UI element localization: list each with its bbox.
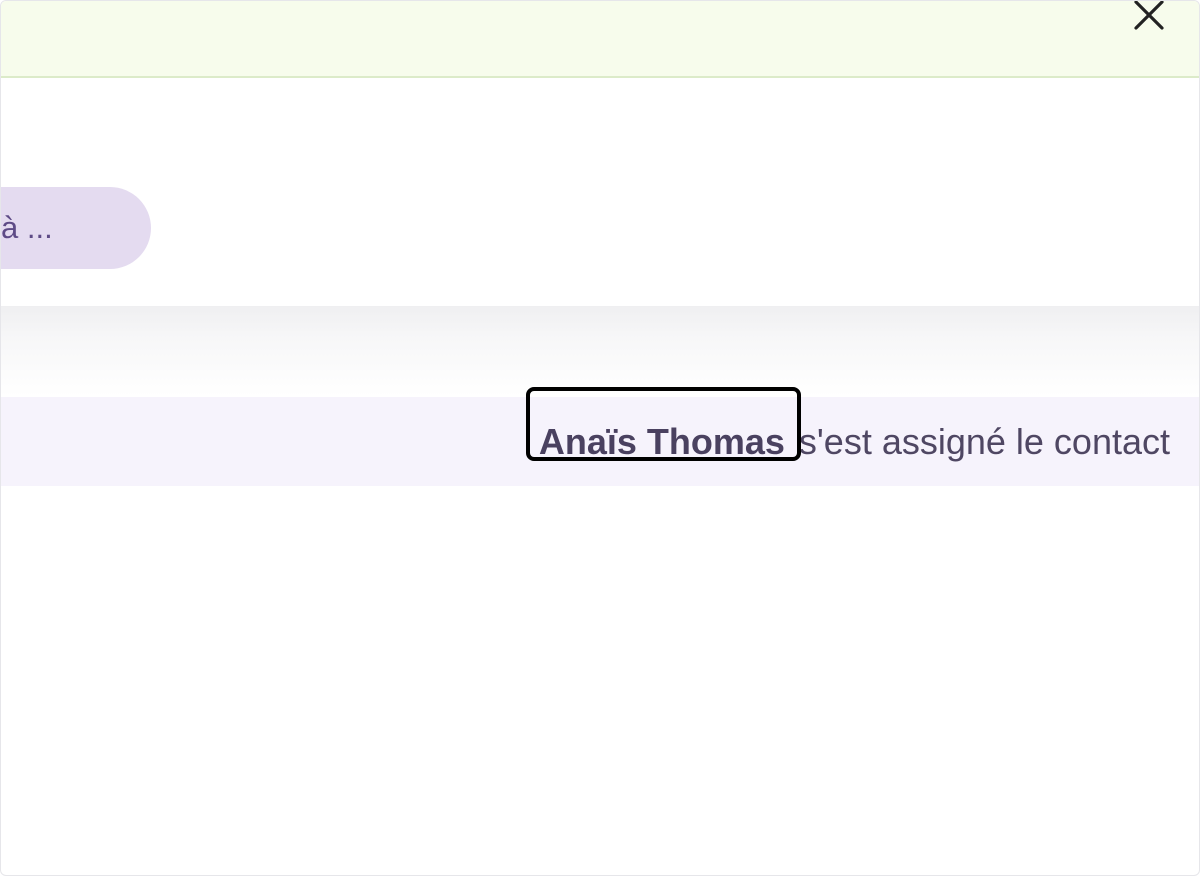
top-panel: à ...: [1, 78, 1199, 306]
panel-shadow: [1, 306, 1199, 397]
app-frame: à ... Anaïs Thomas s'est assigné le cont…: [0, 0, 1200, 876]
activity-text: Anaïs Thomas s'est assigné le contact: [525, 386, 1170, 486]
close-icon: [1134, 1, 1164, 30]
assign-pill-label: à ...: [1, 210, 53, 245]
notification-banner: [1, 1, 1199, 78]
actor-name-link[interactable]: Anaïs Thomas: [525, 386, 801, 463]
actor-name: Anaïs Thomas: [538, 420, 785, 462]
close-button[interactable]: [1129, 1, 1169, 35]
activity-action: s'est assigné le contact: [798, 420, 1170, 462]
activity-item: Anaïs Thomas s'est assigné le contact: [1, 386, 1199, 486]
assign-pill-button[interactable]: à ...: [1, 187, 151, 269]
